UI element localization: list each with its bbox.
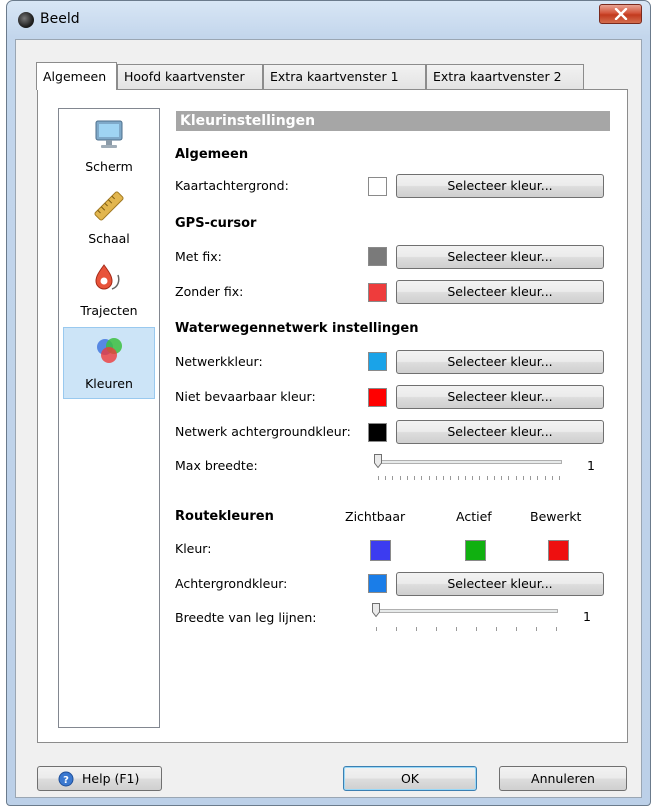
title-bar[interactable]: Beeld [7, 1, 650, 39]
netwerkkleur-select-button[interactable]: Selecteer kleur... [396, 350, 604, 374]
breedte-value: 1 [583, 609, 591, 624]
help-button-label: Help (F1) [82, 771, 140, 786]
achtergrondkleur-select-button[interactable]: Selecteer kleur... [396, 572, 604, 596]
netwerk-achtergrond-swatch[interactable] [368, 423, 387, 442]
zonder-fix-label: Zonder fix: [175, 284, 244, 299]
cancel-button[interactable]: Annuleren [499, 766, 627, 791]
netwerkkleur-label: Netwerkkleur: [175, 354, 263, 369]
tab-algemeen[interactable]: Algemeen [36, 62, 117, 90]
ruler-icon [94, 191, 124, 221]
breedte-slider-thumb[interactable] [372, 603, 380, 617]
tab-panel: Scherm Schaal Trajecten Kleuren Kleurins… [37, 89, 628, 743]
sidebar-item-label: Scherm [85, 159, 133, 174]
achtergrondkleur-label: Achtergrondkleur: [175, 576, 288, 591]
met-fix-swatch[interactable] [368, 247, 387, 266]
route-zichtbaar-swatch[interactable] [370, 540, 391, 561]
route-actief-swatch[interactable] [465, 540, 486, 561]
netwerkkleur-swatch[interactable] [368, 352, 387, 371]
max-breedte-slider[interactable] [376, 460, 562, 464]
breedte-ticks [376, 627, 560, 631]
track-icon [95, 264, 120, 290]
help-icon: ? [58, 771, 74, 787]
kaartachtergrond-label: Kaartachtergrond: [175, 178, 289, 193]
gps-cursor-heading: GPS-cursor [175, 216, 257, 231]
met-fix-select-button[interactable]: Selecteer kleur... [396, 245, 604, 269]
tab-extra-kaartvenster-1[interactable]: Extra kaartvenster 1 [263, 64, 426, 89]
col-bewerkt: Bewerkt [530, 509, 582, 524]
netwerk-achtergrond-select-button[interactable]: Selecteer kleur... [396, 420, 604, 444]
tab-hoofd-kaartvenster[interactable]: Hoofd kaartvenster [117, 64, 263, 89]
sidebar-item-scherm[interactable]: Scherm [63, 111, 155, 183]
met-fix-label: Met fix: [175, 249, 222, 264]
netwerk-achtergrond-label: Netwerk achtergroundkleur: [175, 424, 351, 439]
zonder-fix-swatch[interactable] [368, 283, 387, 302]
section-title: Kleurinstellingen [176, 111, 610, 131]
route-bewerkt-swatch[interactable] [548, 540, 569, 561]
sidebar-item-label: Kleuren [85, 376, 133, 391]
max-breedte-slider-thumb[interactable] [374, 454, 382, 468]
breedte-leg-lijnen-label: Breedte van leg lijnen: [175, 610, 317, 625]
close-button[interactable] [599, 4, 642, 24]
sidebar-item-label: Schaal [88, 231, 130, 246]
colors-icon [97, 338, 122, 363]
waterwegen-heading: Waterwegennetwerk instellingen [175, 321, 419, 336]
window-title: Beeld [40, 11, 80, 27]
achtergrondkleur-swatch[interactable] [368, 574, 387, 593]
max-breedte-label: Max breedte: [175, 458, 258, 473]
kaartachtergrond-select-button[interactable]: Selecteer kleur... [396, 174, 604, 198]
niet-bevaarbaar-label: Niet bevaarbaar kleur: [175, 389, 316, 404]
sidebar-item-label: Trajecten [80, 303, 138, 318]
col-zichtbaar: Zichtbaar [345, 509, 406, 524]
routekleuren-heading: Routekleuren [175, 509, 274, 524]
app-icon [18, 12, 34, 28]
niet-bevaarbaar-select-button[interactable]: Selecteer kleur... [396, 385, 604, 409]
sidebar-item-kleuren[interactable]: Kleuren [63, 327, 155, 399]
max-breedte-ticks [378, 476, 564, 480]
help-button[interactable]: ? Help (F1) [37, 766, 162, 791]
tab-extra-kaartvenster-2[interactable]: Extra kaartvenster 2 [426, 64, 584, 89]
category-list: Scherm Schaal Trajecten Kleuren [58, 108, 160, 728]
ok-button[interactable]: OK [343, 766, 477, 791]
max-breedte-value: 1 [587, 458, 595, 473]
monitor-icon [95, 120, 123, 148]
sidebar-item-schaal[interactable]: Schaal [63, 183, 155, 255]
breedte-slider[interactable] [374, 609, 558, 613]
route-kleur-label: Kleur: [175, 541, 212, 556]
close-icon [614, 8, 628, 20]
niet-bevaarbaar-swatch[interactable] [368, 388, 387, 407]
sidebar-item-trajecten[interactable]: Trajecten [63, 255, 155, 327]
svg-text:?: ? [63, 775, 69, 786]
algemeen-heading: Algemeen [175, 147, 249, 162]
zonder-fix-select-button[interactable]: Selecteer kleur... [396, 280, 604, 304]
col-actief: Actief [456, 509, 492, 524]
kaartachtergrond-swatch[interactable] [368, 177, 387, 196]
